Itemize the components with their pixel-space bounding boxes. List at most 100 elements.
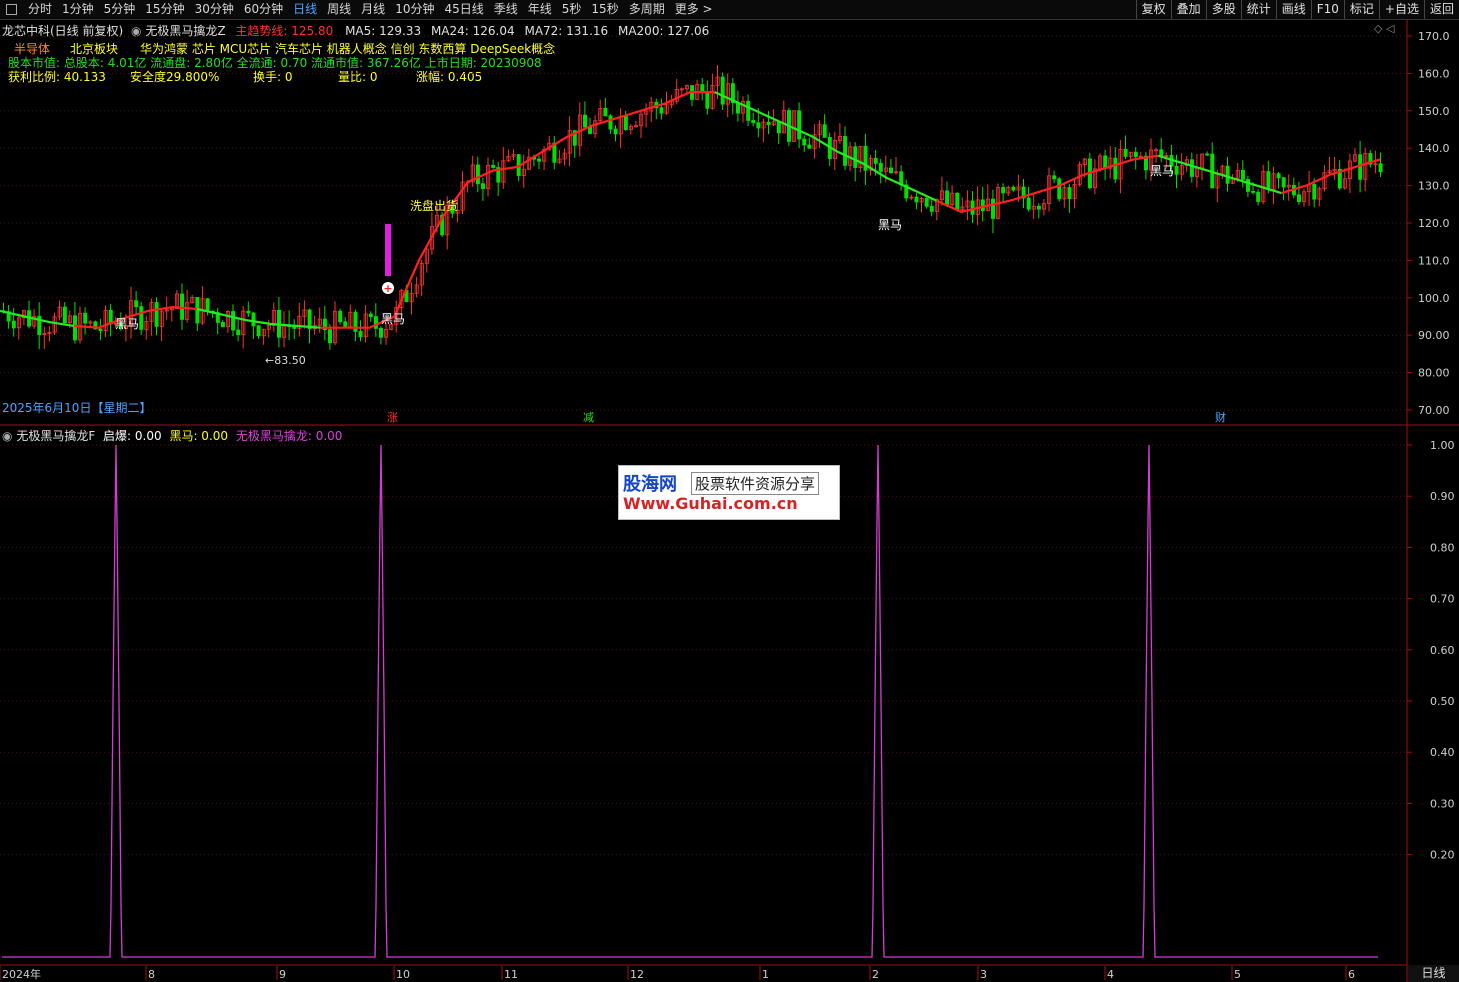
bottom-period-tab[interactable]: 日线 xyxy=(1408,965,1459,982)
candle-body xyxy=(1312,184,1317,200)
wash-label: 洗盘出货 xyxy=(410,198,458,213)
candle-body xyxy=(608,115,613,130)
candle-body xyxy=(807,144,812,149)
price-tick-label: 160.0 xyxy=(1418,67,1450,80)
candle-body xyxy=(623,115,628,131)
time-tick-label: 3 xyxy=(980,968,987,981)
candle-body xyxy=(480,183,485,189)
candle-body xyxy=(475,164,480,185)
value-tick-label: 0.80 xyxy=(1430,541,1455,554)
sub-indicator-name[interactable]: 无极黑马擒龙F xyxy=(16,429,95,443)
time-tick-label: 2024年 xyxy=(2,967,41,981)
time-tick-label: 12 xyxy=(630,968,644,981)
watermark-url: Www.Guhai.com.cn xyxy=(623,494,798,513)
candle-body xyxy=(1251,190,1256,193)
price-tick-label: 130.0 xyxy=(1418,180,1450,193)
candle-body xyxy=(955,192,960,211)
price-tick-label: 90.00 xyxy=(1418,329,1450,342)
candle-body xyxy=(1378,163,1383,173)
candle-body xyxy=(613,128,618,135)
candle-body xyxy=(822,124,827,138)
candle-body xyxy=(1205,153,1210,156)
marker-jian: 减 xyxy=(583,411,594,424)
candle-body xyxy=(231,311,236,331)
candle-body xyxy=(945,190,950,206)
time-tick-label: 1 xyxy=(762,968,769,981)
value-tick-label: 1.00 xyxy=(1430,439,1455,452)
candle-body xyxy=(1067,187,1072,199)
candle-body xyxy=(154,302,159,327)
candle-body xyxy=(1001,187,1006,194)
candle-body xyxy=(220,322,225,328)
candle-body xyxy=(1189,159,1194,177)
candle-body xyxy=(246,310,251,314)
candle-body xyxy=(843,136,848,166)
candle-body xyxy=(338,310,343,323)
candle-body xyxy=(914,196,919,203)
price-tick-label: 140.0 xyxy=(1418,142,1450,155)
watermark-tagline: 股票软件资源分享 xyxy=(691,472,820,495)
candle-body xyxy=(583,114,588,128)
candle-body xyxy=(378,327,383,338)
time-tick-label: 5 xyxy=(1234,968,1241,981)
sub-indicator-toggle-icon[interactable]: ◉ xyxy=(2,429,12,443)
candle-body xyxy=(83,312,88,324)
candle-body xyxy=(659,107,664,114)
candle-body xyxy=(873,157,878,164)
candle-body xyxy=(1052,175,1057,180)
value-tick-label: 0.60 xyxy=(1430,644,1455,657)
candle-body xyxy=(603,108,608,117)
candle-body xyxy=(1113,157,1118,180)
candle-body xyxy=(358,331,363,338)
price-axis: 170.0 160.0 150.0 140.0 130.0 120.0 110.0 100.0… xyxy=(1407,30,1450,417)
watermark-logo: 股海网 xyxy=(623,474,677,495)
candle-body xyxy=(1133,151,1138,158)
sub-value-qibao: 启爆: 0.00 xyxy=(103,429,162,443)
candle-body xyxy=(251,312,256,327)
time-tick-label: 8 xyxy=(148,968,155,981)
time-tick-label: 4 xyxy=(1107,968,1114,981)
candle-body xyxy=(491,164,496,168)
candle-body xyxy=(853,146,858,168)
candle-body xyxy=(980,199,985,212)
candle-body xyxy=(751,119,756,124)
date-label: 2025年6月10日【星期二】 xyxy=(2,401,152,415)
candle-body xyxy=(756,122,761,129)
candle-body xyxy=(889,167,894,174)
candle-body xyxy=(62,306,67,324)
time-axis: 2024年 8 9 10 11 12 1 2 3 4 5 6 xyxy=(0,966,1355,981)
heima-label-1: 黑马 xyxy=(115,317,139,331)
price-tick-label: 150.0 xyxy=(1418,105,1450,118)
candle-body xyxy=(776,121,781,134)
candle-body xyxy=(802,138,807,146)
price-tick-label: 120.0 xyxy=(1418,217,1450,230)
heima-label-2: 黑马 xyxy=(381,312,405,326)
candle-body xyxy=(924,198,929,207)
candle-body xyxy=(705,91,710,109)
value-tick-label: 0.70 xyxy=(1430,593,1455,606)
candle-body xyxy=(139,306,144,330)
candle-body xyxy=(1256,191,1261,202)
candle-body xyxy=(929,205,934,212)
candle-body xyxy=(1266,171,1271,190)
time-tick-label: 9 xyxy=(279,968,286,981)
candle-body xyxy=(1297,194,1302,203)
candle-body xyxy=(368,313,373,318)
candle-body xyxy=(1123,148,1128,157)
candle-body xyxy=(73,315,78,341)
candle-body xyxy=(1246,179,1251,192)
candle-body xyxy=(720,76,725,105)
candle-body xyxy=(1174,165,1179,175)
candle-body xyxy=(1276,173,1281,179)
price-tick-label: 70.00 xyxy=(1418,404,1450,417)
heima-label-4: 黑马 xyxy=(1150,164,1174,178)
value-tick-label: 0.20 xyxy=(1430,849,1455,862)
price-tick-label: 110.0 xyxy=(1418,254,1450,267)
candle-body xyxy=(343,321,348,328)
candle-body xyxy=(1159,149,1164,157)
time-tick-label: 11 xyxy=(504,968,518,981)
value-tick-label: 0.90 xyxy=(1430,490,1455,503)
candlesticks xyxy=(1,65,1383,350)
candle-body xyxy=(1036,205,1041,210)
candle-body xyxy=(373,316,378,329)
